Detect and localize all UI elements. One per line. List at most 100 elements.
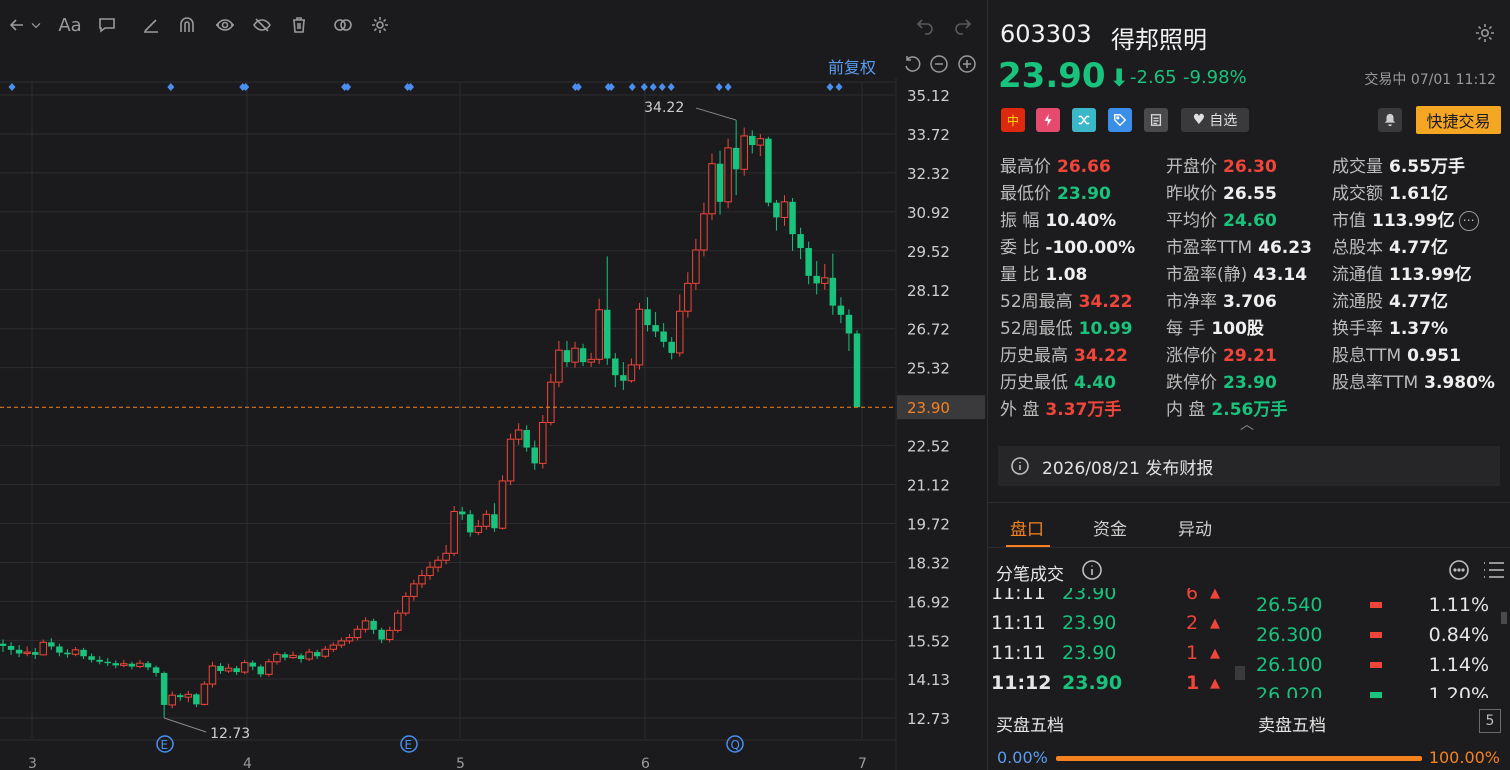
candle-body (555, 349, 563, 383)
visibility-icon[interactable] (212, 12, 238, 38)
zoom-in-icon[interactable] (957, 54, 977, 74)
trade-volume: 2 (1186, 612, 1199, 634)
draw-line-icon[interactable] (138, 12, 164, 38)
candle-body (700, 213, 708, 251)
candle-body (491, 514, 498, 529)
info-icon (1011, 457, 1029, 475)
distribution-row: 26.540 1.11% (1256, 594, 1501, 624)
quote-pane: 603303 得邦照明 23.90 ⬇ -2.65 -9.98% 交易中 07/… (987, 0, 1510, 770)
compare-icon[interactable] (330, 12, 356, 38)
chart-pane: Aa 前复权 35.12 33.72 32.32 30.92 29.52 28.… (0, 0, 985, 770)
candle-body (208, 665, 217, 685)
reset-icon[interactable] (902, 54, 922, 74)
stat-label: 成交额 (1332, 184, 1383, 204)
stat-item: 平均价 24.60 (1166, 206, 1277, 231)
stat-label: 换手率 (1332, 319, 1383, 339)
candle-body (668, 341, 675, 353)
watchlist-label: 自选 (1209, 113, 1238, 129)
candlestick-chart[interactable]: 35.12 33.72 32.32 30.92 29.52 28.12 26.72 25.32… (0, 78, 985, 770)
stat-item: 最低价 23.90 (1000, 179, 1111, 204)
hot-topic-icon[interactable] (1036, 108, 1060, 132)
stat-value: 43.14 (1253, 265, 1308, 285)
stat-value: -100.00% (1045, 238, 1136, 258)
document-icon[interactable] (1144, 108, 1168, 132)
buy-depth-title: 买盘五档 (996, 716, 1064, 736)
candle-body (837, 305, 845, 315)
trades-and-distribution[interactable]: 11:11 23.90 6 ▲ 11:11 23.90 2 ▲ 11:11 23.90 1 ▲ 11:1… (988, 588, 1510, 698)
candle-body (676, 310, 684, 354)
stat-item: 52周最高 34.22 (1000, 287, 1132, 312)
candle-body (160, 672, 168, 705)
chevron-down-icon[interactable] (28, 12, 44, 38)
settings-gear-icon[interactable] (1474, 22, 1496, 44)
candle-body (716, 163, 724, 202)
redo-icon[interactable] (950, 12, 976, 38)
stat-label: 股息率TTM (1332, 373, 1419, 393)
candle-body (39, 641, 48, 656)
more-icon[interactable] (1448, 559, 1470, 581)
stat-item: 外 盘 3.37万手 (1000, 395, 1121, 420)
gear-icon[interactable] (367, 12, 393, 38)
trash-icon[interactable] (286, 12, 312, 38)
add-watchlist-button[interactable]: ♥ 自选 (1181, 108, 1249, 132)
stat-label: 52周最低 (1000, 319, 1073, 339)
stat-item: 昨收价 26.55 (1166, 179, 1277, 204)
list-icon[interactable] (1482, 559, 1506, 581)
depth-level-selector[interactable]: 5 (1479, 709, 1501, 733)
candle-body (0, 643, 7, 646)
earnings-notice[interactable]: 2026/08/21 发布财报 (998, 446, 1500, 486)
event-badge-q: Q (731, 738, 740, 752)
candle-body (442, 552, 450, 561)
candle-body (168, 694, 176, 706)
undo-icon[interactable] (912, 12, 938, 38)
collapse-caret-icon[interactable]: ︿ (1240, 414, 1254, 434)
trade-row: 11:11 23.90 6 ▲ (988, 588, 1228, 612)
tab-movement[interactable]: 异动 (1178, 515, 1212, 540)
buy-sell-ratio-bar (1056, 756, 1422, 761)
shuffle-icon[interactable] (1072, 108, 1096, 132)
bell-icon[interactable] (1378, 108, 1402, 132)
candle-body (265, 661, 273, 675)
candle-body (773, 202, 780, 218)
back-icon[interactable] (4, 12, 30, 38)
info-icon[interactable] (1081, 559, 1103, 581)
price-change-percent: -9.98% (1183, 67, 1247, 88)
stat-label: 外 盘 (1000, 400, 1040, 420)
zoom-out-icon[interactable] (929, 54, 949, 74)
quick-trade-button[interactable]: 快捷交易 (1416, 106, 1501, 134)
stat-value: 4.77亿 (1389, 292, 1448, 312)
column-divider (1235, 666, 1245, 680)
price-adjust-selector[interactable]: 前复权 (828, 54, 876, 78)
text-tool-icon[interactable]: Aa (56, 12, 84, 38)
stat-value: 4.77亿 (1389, 238, 1448, 258)
candle-body (660, 331, 667, 342)
candle-body (708, 163, 716, 215)
magnet-icon[interactable] (174, 12, 200, 38)
candle-body (410, 583, 418, 597)
price-tick-label: 18.32 (907, 554, 950, 572)
candle-body (96, 659, 103, 662)
hide-icon[interactable] (249, 12, 275, 38)
stat-item: 委 比 -100.00% (1000, 233, 1135, 258)
low-label: 12.73 (210, 726, 250, 742)
dist-marker (1370, 692, 1382, 698)
stat-label: 内 盘 (1166, 400, 1206, 420)
tab-fund[interactable]: 资金 (1093, 515, 1127, 540)
scrollbar[interactable] (1501, 612, 1507, 624)
tab-pankou[interactable]: 盘口 (1010, 515, 1044, 540)
candle-body (385, 629, 394, 641)
more-icon[interactable]: ⋯ (1458, 211, 1479, 231)
stat-label: 流通值 (1332, 265, 1383, 285)
stat-item: 涨停价 29.21 (1166, 341, 1277, 366)
x-tick-label: 5 (456, 756, 465, 770)
dist-percent: 1.20% (1428, 684, 1489, 698)
stat-value: 29.21 (1223, 346, 1277, 366)
price-tick-label: 25.32 (907, 360, 950, 378)
ticks-title: 分笔成交 (996, 565, 1064, 585)
tag-icon[interactable] (1108, 108, 1132, 132)
candle-body (15, 649, 23, 654)
up-triangle-icon: ▲ (1210, 588, 1220, 601)
dist-price: 26.300 (1256, 624, 1323, 646)
comment-icon[interactable] (94, 12, 120, 38)
stat-label: 历史最低 (1000, 373, 1068, 393)
